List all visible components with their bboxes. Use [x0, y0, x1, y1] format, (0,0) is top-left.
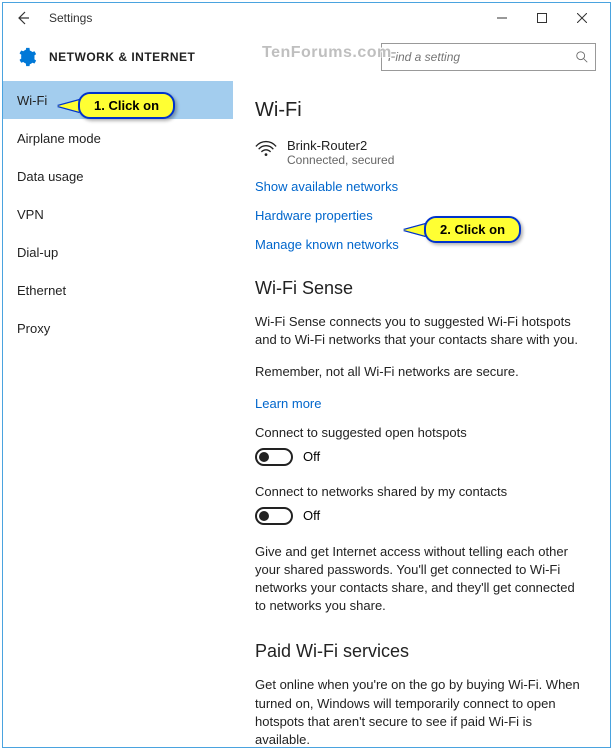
callout-1: 1. Click on [78, 92, 175, 119]
main-content[interactable]: Wi-Fi Brink-Router2 Connected, secured S… [233, 81, 610, 747]
minimize-button[interactable] [482, 4, 522, 32]
sidebar-item-ethernet[interactable]: Ethernet [3, 271, 233, 309]
back-button[interactable] [11, 6, 35, 30]
window-title: Settings [49, 11, 92, 25]
header-bar: NETWORK & INTERNET [3, 33, 610, 81]
titlebar: Settings [3, 3, 610, 33]
paid-wifi-heading: Paid Wi-Fi services [255, 641, 588, 662]
back-arrow-icon [15, 10, 31, 26]
close-button[interactable] [562, 4, 602, 32]
wifi-sense-heading: Wi-Fi Sense [255, 278, 588, 299]
show-networks-link[interactable]: Show available networks [255, 179, 588, 194]
sense-desc-1: Wi-Fi Sense connects you to suggested Wi… [255, 313, 588, 349]
page-title: NETWORK & INTERNET [49, 50, 195, 64]
sidebar-item-label: Dial-up [17, 245, 58, 260]
sense-desc-3: Give and get Internet access without tel… [255, 543, 588, 616]
callout-1-tail [58, 100, 80, 112]
hardware-properties-link[interactable]: Hardware properties [255, 208, 588, 223]
search-box[interactable] [381, 43, 596, 71]
wifi-heading: Wi-Fi [255, 99, 588, 122]
wifi-signal-icon [255, 140, 277, 158]
toggle-suggested[interactable] [255, 448, 293, 466]
sidebar-item-proxy[interactable]: Proxy [3, 309, 233, 347]
search-icon [575, 50, 589, 64]
sidebar-item-label: Ethernet [17, 283, 66, 298]
sense-desc-2: Remember, not all Wi-Fi networks are sec… [255, 363, 588, 381]
body: Wi-Fi Airplane mode Data usage VPN Dial-… [3, 81, 610, 747]
toggle-contacts[interactable] [255, 507, 293, 525]
toggle-knob [259, 452, 269, 462]
toggle-suggested-row: Off [255, 448, 588, 466]
sidebar-item-label: Wi-Fi [17, 93, 47, 108]
current-network: Brink-Router2 Connected, secured [255, 138, 588, 167]
gear-icon [17, 47, 37, 67]
sidebar-item-label: Proxy [17, 321, 50, 336]
toggle-contacts-state: Off [303, 508, 320, 523]
toggle-suggested-label: Connect to suggested open hotspots [255, 425, 588, 440]
callout-2-tail [404, 224, 426, 236]
sidebar-item-airplane[interactable]: Airplane mode [3, 119, 233, 157]
manage-known-networks-link[interactable]: Manage known networks [255, 237, 588, 252]
learn-more-link[interactable]: Learn more [255, 396, 588, 411]
callout-2: 2. Click on [424, 216, 521, 243]
sidebar: Wi-Fi Airplane mode Data usage VPN Dial-… [3, 81, 233, 747]
toggle-contacts-label: Connect to networks shared by my contact… [255, 484, 588, 499]
search-input[interactable] [388, 50, 575, 64]
toggle-suggested-state: Off [303, 449, 320, 464]
sidebar-item-label: VPN [17, 207, 44, 222]
sidebar-item-dialup[interactable]: Dial-up [3, 233, 233, 271]
network-name: Brink-Router2 [287, 138, 394, 153]
sidebar-item-data-usage[interactable]: Data usage [3, 157, 233, 195]
paid-desc: Get online when you're on the go by buyi… [255, 676, 588, 747]
network-status: Connected, secured [287, 153, 394, 167]
toggle-knob [259, 511, 269, 521]
window-controls [482, 4, 602, 32]
toggle-contacts-row: Off [255, 507, 588, 525]
sidebar-item-label: Airplane mode [17, 131, 101, 146]
sidebar-item-label: Data usage [17, 169, 84, 184]
maximize-button[interactable] [522, 4, 562, 32]
sidebar-item-vpn[interactable]: VPN [3, 195, 233, 233]
